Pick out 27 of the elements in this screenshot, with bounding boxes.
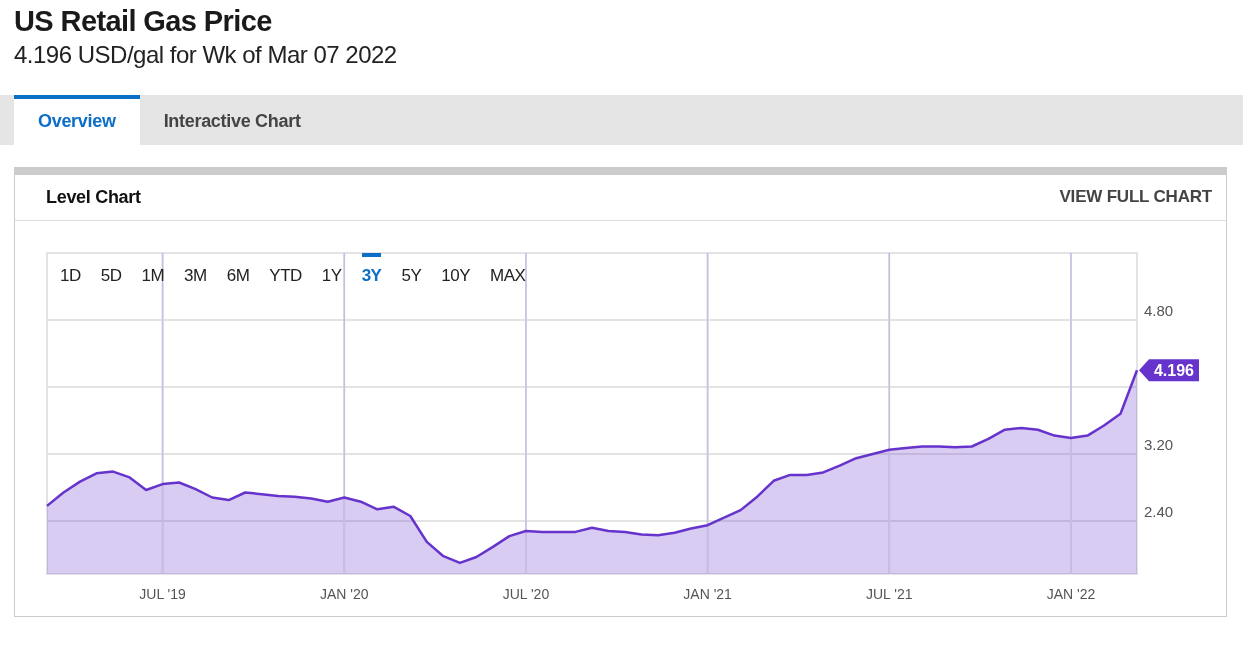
range-button[interactable]: 1Y: [311, 252, 352, 299]
last-price-tag: 4.196: [1139, 358, 1199, 381]
range-button[interactable]: MAX: [480, 252, 536, 299]
x-axis-label: JUL '19: [139, 585, 186, 602]
y-axis-label: 3.20: [1144, 435, 1174, 453]
x-axis-label: JAN '22: [1046, 585, 1096, 602]
range-button[interactable]: 6M: [216, 252, 260, 299]
range-button[interactable]: 10Y: [431, 252, 480, 299]
card-title: Level Chart: [46, 185, 141, 209]
range-button[interactable]: YTD: [259, 252, 312, 299]
x-axis-label: JUL '20: [502, 585, 550, 602]
page-title: US Retail Gas Price: [14, 4, 273, 39]
range-button[interactable]: 3Y: [351, 252, 392, 299]
tab[interactable]: Overview: [14, 94, 140, 145]
range-button[interactable]: 5Y: [391, 252, 432, 299]
range-button[interactable]: 1M: [131, 252, 175, 299]
y-axis-label: 2.40: [1144, 502, 1174, 520]
tab[interactable]: Interactive Chart: [139, 94, 325, 145]
range-button[interactable]: 3M: [174, 252, 217, 299]
x-axis-label: JAN '20: [320, 585, 369, 602]
view-full-chart-link[interactable]: VIEW FULL CHART: [1059, 184, 1212, 210]
x-axis-label: JUL '21: [866, 585, 913, 602]
range-button[interactable]: 5D: [90, 252, 132, 299]
range-button[interactable]: 1D: [50, 252, 91, 299]
y-axis-label: 4.80: [1144, 301, 1174, 319]
price-subtitle: 4.196 USD/gal for Wk of Mar 07 2022: [14, 40, 398, 70]
x-axis-label: JAN '21: [683, 585, 732, 602]
